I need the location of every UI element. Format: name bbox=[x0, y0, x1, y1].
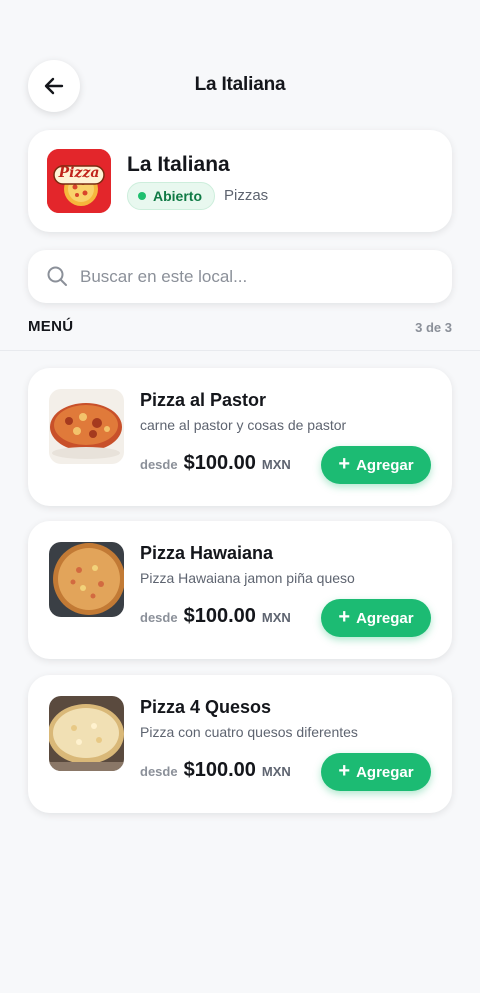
plus-icon: + bbox=[338, 760, 351, 782]
pizza-al-pastor-image bbox=[49, 389, 124, 464]
top-bar: La Italiana bbox=[0, 60, 480, 112]
page-title: La Italiana bbox=[194, 74, 286, 95]
search-bar[interactable] bbox=[28, 250, 452, 303]
menu-item-card[interactable]: Pizza 4 Quesos Pizza con cuatro quesos d… bbox=[28, 675, 452, 813]
menu-section-title: MENÚ bbox=[28, 318, 74, 335]
menu-item-card[interactable]: Pizza Hawaiana Pizza Hawaiana jamon piña… bbox=[28, 521, 452, 659]
price-prefix: desde bbox=[140, 457, 178, 472]
add-button[interactable]: + Agregar bbox=[321, 753, 431, 791]
add-button[interactable]: + Agregar bbox=[321, 446, 431, 484]
item-name: Pizza al Pastor bbox=[140, 390, 267, 410]
status-badge: Abierto bbox=[127, 182, 215, 210]
plus-icon: + bbox=[338, 453, 351, 475]
item-price: $100.00 bbox=[183, 452, 256, 474]
divider bbox=[0, 350, 480, 351]
price-row: desde $100.00 MXN bbox=[140, 759, 291, 782]
plus-icon: + bbox=[338, 606, 351, 628]
search-icon bbox=[47, 266, 67, 286]
price-prefix: desde bbox=[140, 764, 178, 779]
store-logo: Pizza bbox=[47, 149, 111, 213]
status-label: Abierto bbox=[153, 188, 202, 204]
price-prefix: desde bbox=[140, 610, 178, 625]
store-name: La Italiana bbox=[127, 153, 230, 176]
price-row: desde $100.00 MXN bbox=[140, 452, 291, 475]
menu-item-card[interactable]: Pizza al Pastor carne al pastor y cosas … bbox=[28, 368, 452, 506]
currency: MXN bbox=[261, 457, 291, 472]
pizza-hawaiana-image bbox=[49, 542, 124, 617]
status-dot-icon bbox=[138, 192, 146, 200]
menu-item-count: 3 de 3 bbox=[415, 320, 452, 335]
store-card: Pizza La Italiana Abierto Pizzas bbox=[28, 130, 452, 232]
item-description: Pizza Hawaiana jamon piña queso bbox=[140, 570, 355, 586]
item-name: Pizza Hawaiana bbox=[140, 543, 274, 563]
add-button-label: Agregar bbox=[356, 456, 414, 474]
currency: MXN bbox=[261, 610, 291, 625]
search-input[interactable] bbox=[80, 250, 440, 303]
add-button[interactable]: + Agregar bbox=[321, 599, 431, 637]
item-price: $100.00 bbox=[183, 759, 256, 781]
item-description: Pizza con cuatro quesos diferentes bbox=[140, 724, 358, 740]
currency: MXN bbox=[261, 764, 291, 779]
add-button-label: Agregar bbox=[356, 609, 414, 627]
pizza-4-quesos-image bbox=[49, 696, 124, 771]
item-description: carne al pastor y cosas de pastor bbox=[140, 417, 347, 433]
item-price: $100.00 bbox=[183, 605, 256, 627]
store-category: Pizzas bbox=[224, 187, 269, 204]
logo-text: Pizza bbox=[58, 165, 100, 181]
add-button-label: Agregar bbox=[356, 763, 414, 781]
price-row: desde $100.00 MXN bbox=[140, 605, 291, 628]
item-name: Pizza 4 Quesos bbox=[140, 697, 272, 717]
